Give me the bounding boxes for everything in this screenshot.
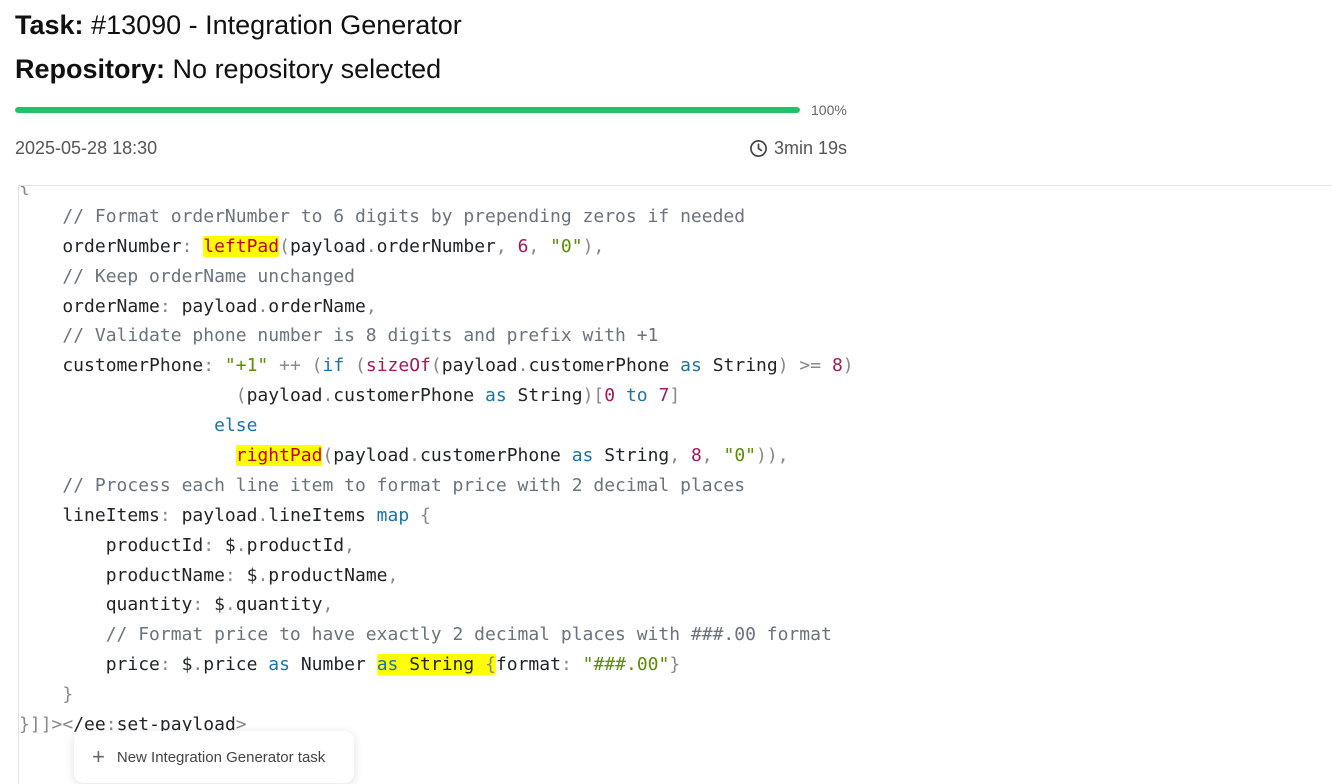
code-line: lineItems: payload.lineItems map { — [19, 504, 431, 526]
new-task-label: New Integration Generator task — [116, 748, 326, 766]
code-line: // Keep orderName unchanged — [62, 265, 355, 287]
code-line: (payload.customerPhone as String)[0 to 7… — [235, 385, 681, 407]
code-line: // Process each line item to format pric… — [62, 474, 746, 496]
progress-fill — [15, 107, 800, 113]
code-line: // Format price to have exactly 2 decima… — [105, 624, 832, 646]
code-line: price: $.price as Number as String {form… — [19, 654, 681, 676]
code-viewer[interactable]: { // Format orderNumber to 6 digits by p… — [18, 185, 1332, 784]
repository-line: Repository: No repository selected — [15, 54, 441, 85]
code-line: productId: $.productId, — [19, 534, 355, 556]
task-duration: 3min 19s — [749, 138, 847, 159]
code-line: productName: $.productName, — [19, 564, 399, 586]
code-block: { // Format orderNumber to 6 digits by p… — [19, 185, 854, 740]
repository-label: Repository: — [15, 54, 166, 84]
duration-value: 3min 19s — [774, 138, 848, 158]
code-line: orderName: payload.orderName, — [19, 295, 377, 317]
task-value: #13090 - Integration Generator — [91, 10, 462, 40]
code-line: { — [19, 185, 30, 197]
task-title: Task: #13090 - Integration Generator — [15, 10, 462, 41]
code-line: } — [62, 684, 74, 706]
clock-icon — [749, 139, 768, 158]
code-line: orderNumber: leftPad(payload.orderNumber… — [19, 235, 605, 257]
code-line: quantity: $.quantity, — [19, 594, 334, 616]
plus-icon: + — [92, 744, 105, 769]
repository-value: No repository selected — [172, 54, 442, 84]
progress-percent: 100% — [811, 102, 847, 118]
code-line: // Validate phone number is 8 digits and… — [62, 325, 659, 347]
code-line: customerPhone: "+1" ++ (if (sizeOf(paylo… — [19, 355, 854, 377]
task-timestamp: 2025-05-28 18:30 — [15, 138, 158, 158]
new-task-button[interactable]: + New Integration Generator task — [74, 731, 354, 783]
code-line: else — [214, 415, 258, 437]
progress-bar — [15, 107, 800, 113]
task-label: Task: — [15, 10, 84, 40]
code-line: rightPad(payload.customerPhone as String… — [235, 445, 789, 467]
code-line: // Format orderNumber to 6 digits by pre… — [62, 205, 746, 227]
